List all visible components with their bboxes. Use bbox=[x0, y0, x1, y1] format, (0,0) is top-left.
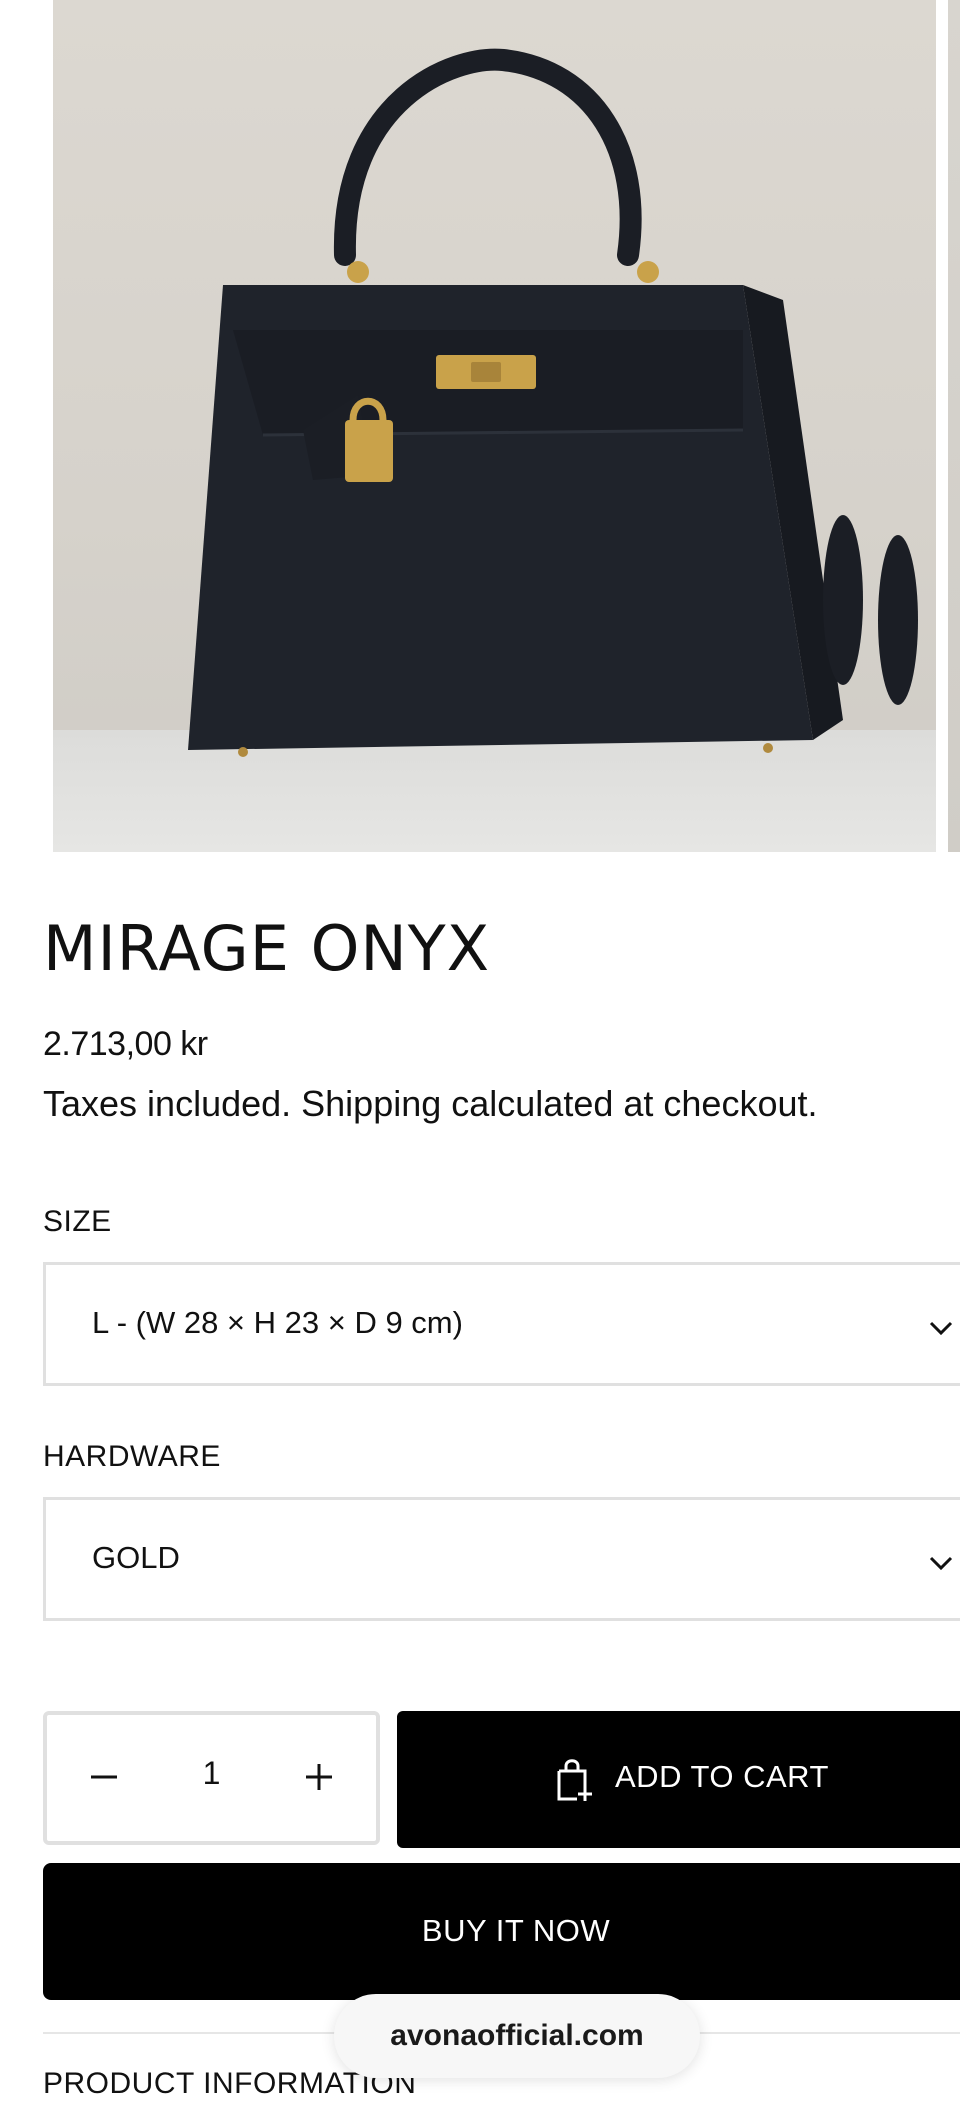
quantity-stepper[interactable]: 1 bbox=[43, 1711, 380, 1845]
product-title: MIRAGE ONYX bbox=[43, 912, 491, 985]
browser-url-pill[interactable]: avonaofficial.com bbox=[334, 1994, 700, 2078]
hardware-value: GOLD bbox=[92, 1540, 180, 1575]
hardware-label: HARDWARE bbox=[43, 1440, 221, 1473]
add-to-cart-label: ADD TO CART bbox=[615, 1759, 829, 1794]
chevron-down-icon bbox=[929, 1556, 953, 1571]
product-gallery[interactable] bbox=[0, 0, 960, 852]
tax-note: Taxes included. Shipping calculated at c… bbox=[43, 1083, 818, 1124]
add-to-cart-button[interactable]: ADD TO CART bbox=[397, 1711, 960, 1848]
buy-now-button[interactable]: BUY IT NOW bbox=[43, 1863, 960, 2000]
handbag-illustration bbox=[188, 48, 918, 757]
buy-now-label: BUY IT NOW bbox=[421, 1913, 611, 1948]
plus-icon[interactable] bbox=[302, 1760, 336, 1794]
product-price: 2.713,00 kr bbox=[43, 1025, 208, 1063]
chevron-down-icon bbox=[929, 1321, 953, 1336]
size-label: SIZE bbox=[43, 1205, 112, 1238]
product-image[interactable] bbox=[53, 0, 936, 852]
next-image-peek[interactable] bbox=[948, 0, 960, 852]
cart-add-icon bbox=[557, 1759, 592, 1801]
size-select[interactable]: L - (W 28 × H 23 × D 9 cm) bbox=[43, 1262, 960, 1386]
size-value: L - (W 28 × H 23 × D 9 cm) bbox=[92, 1305, 463, 1340]
hardware-select[interactable]: GOLD bbox=[43, 1497, 960, 1621]
